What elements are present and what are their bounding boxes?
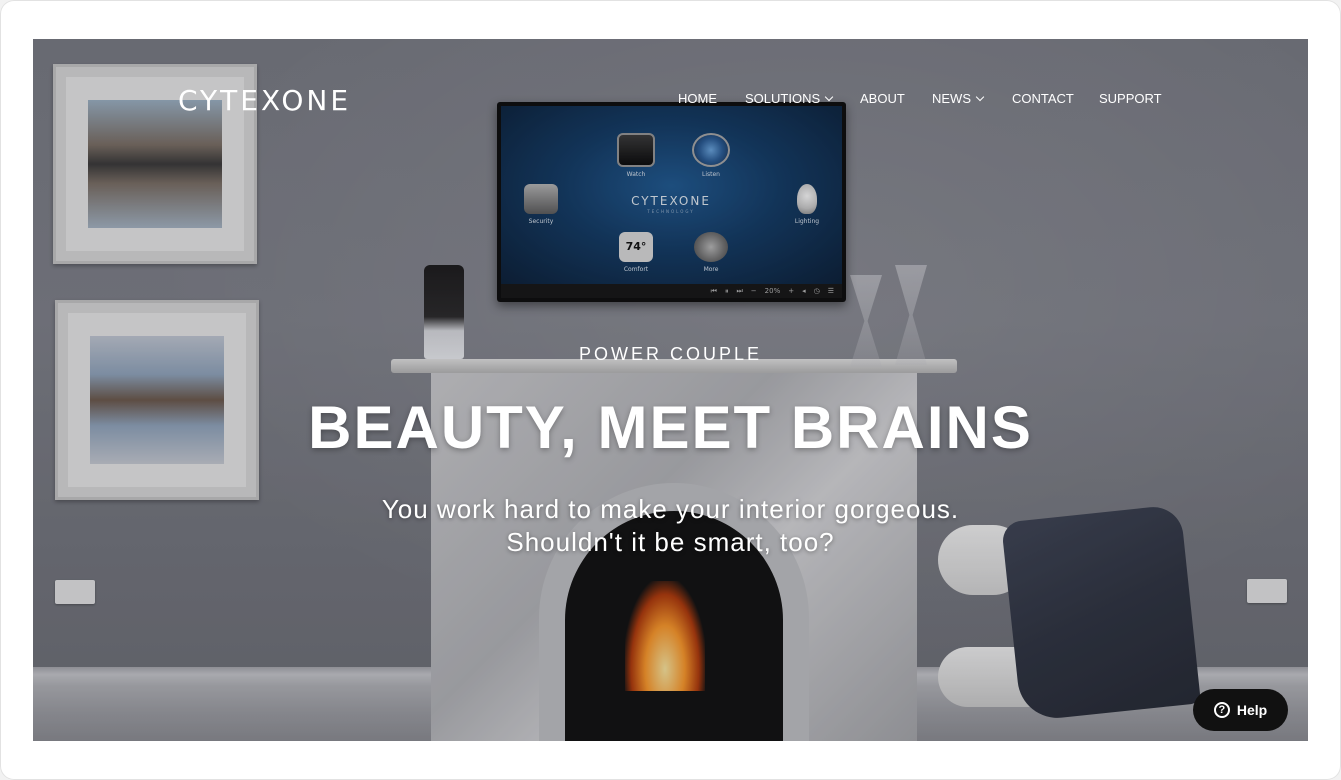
nav-item-about[interactable]: ABOUT — [860, 91, 905, 106]
chevron-down-icon — [975, 92, 985, 102]
hero-subtext-line-2: Shouldn't it be smart, too? — [506, 527, 835, 557]
nav-item-solutions[interactable]: SOLUTIONS — [745, 91, 834, 106]
nav-item-support[interactable]: SUPPORT — [1099, 91, 1162, 106]
hero-subtext-line-1: You work hard to make your interior gorg… — [381, 494, 960, 524]
image-overlay — [33, 39, 1308, 741]
help-button[interactable]: ? Help — [1193, 689, 1288, 731]
nav-item-news[interactable]: NEWS — [932, 91, 985, 106]
nav-item-contact[interactable]: CONTACT — [1012, 91, 1074, 106]
chevron-down-icon — [824, 92, 834, 102]
hero-subtext: You work hard to make your interior gorg… — [33, 493, 1308, 559]
question-circle-icon: ? — [1213, 702, 1230, 718]
browser-frame: Watch Listen Security Lighting 74° Comfo… — [0, 0, 1341, 780]
hero-section: Watch Listen Security Lighting 74° Comfo… — [33, 39, 1308, 741]
hero-headline: BEAUTY, MEET BRAINS — [308, 394, 1033, 461]
hero-eyebrow: POWER COUPLE — [578, 344, 763, 364]
site-logo[interactable]: CYTEXONE — [178, 84, 351, 117]
help-label: Help — [1236, 702, 1268, 718]
nav-item-home[interactable]: HOME — [678, 91, 717, 106]
